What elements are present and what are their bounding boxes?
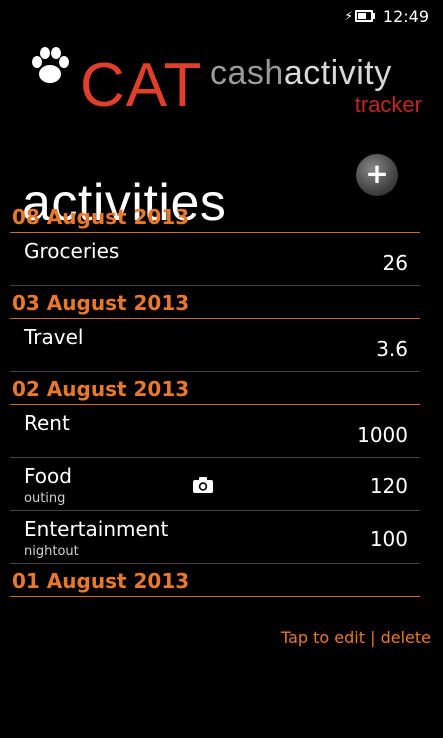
logo-cash-text: cash: [210, 54, 284, 92]
item-name: Entertainment: [24, 517, 169, 541]
edit-delete-hint[interactable]: Tap to edit | delete: [281, 628, 431, 647]
list-item[interactable]: Groceries 26: [10, 233, 420, 286]
date-header: 01 August 2013: [10, 564, 420, 597]
camera-icon[interactable]: [192, 476, 214, 494]
item-name: Rent: [24, 411, 70, 435]
list-item[interactable]: Entertainment nightout 100: [10, 511, 420, 564]
logo-tracker-text: tracker: [354, 92, 422, 117]
item-note: outing: [24, 491, 66, 506]
app-logo: CAT cashactivity tracker: [24, 40, 424, 130]
logo-cashactivity-text: cashactivity: [210, 54, 392, 93]
item-amount: 3.6: [376, 337, 408, 361]
paw-icon: [32, 47, 69, 83]
list-item[interactable]: Travel 3.6: [10, 319, 420, 372]
item-amount: 100: [369, 527, 408, 551]
date-header: 02 August 2013: [10, 372, 420, 405]
item-amount: 26: [382, 251, 408, 275]
date-group: 03 August 2013 Travel 3.6: [10, 286, 420, 372]
date-header: 08 August 2013: [10, 200, 420, 233]
item-name: Travel: [24, 325, 84, 349]
activity-list: 08 August 2013 Groceries 26 03 August 20…: [10, 200, 420, 597]
item-name: Food: [24, 464, 72, 488]
status-bar: ⚡ 12:49: [344, 0, 443, 32]
plus-icon: +: [365, 157, 389, 190]
battery-icon: ⚡: [344, 9, 375, 23]
logo-activity-text: activity: [283, 54, 392, 92]
date-header: 03 August 2013: [10, 286, 420, 319]
item-note: nightout: [24, 544, 79, 559]
status-time: 12:49: [382, 6, 429, 26]
date-group: 01 August 2013: [10, 564, 420, 597]
add-activity-button[interactable]: +: [356, 154, 398, 196]
logo-cat-text: CAT: [80, 51, 203, 120]
date-group: 08 August 2013 Groceries 26: [10, 200, 420, 286]
list-item[interactable]: Rent 1000: [10, 405, 420, 458]
list-item[interactable]: Food outing 120: [10, 458, 420, 511]
item-amount: 1000: [357, 423, 408, 447]
date-group: 02 August 2013 Rent 1000 Food outing 120…: [10, 372, 420, 564]
item-name: Groceries: [24, 239, 120, 263]
item-amount: 120: [369, 474, 408, 498]
